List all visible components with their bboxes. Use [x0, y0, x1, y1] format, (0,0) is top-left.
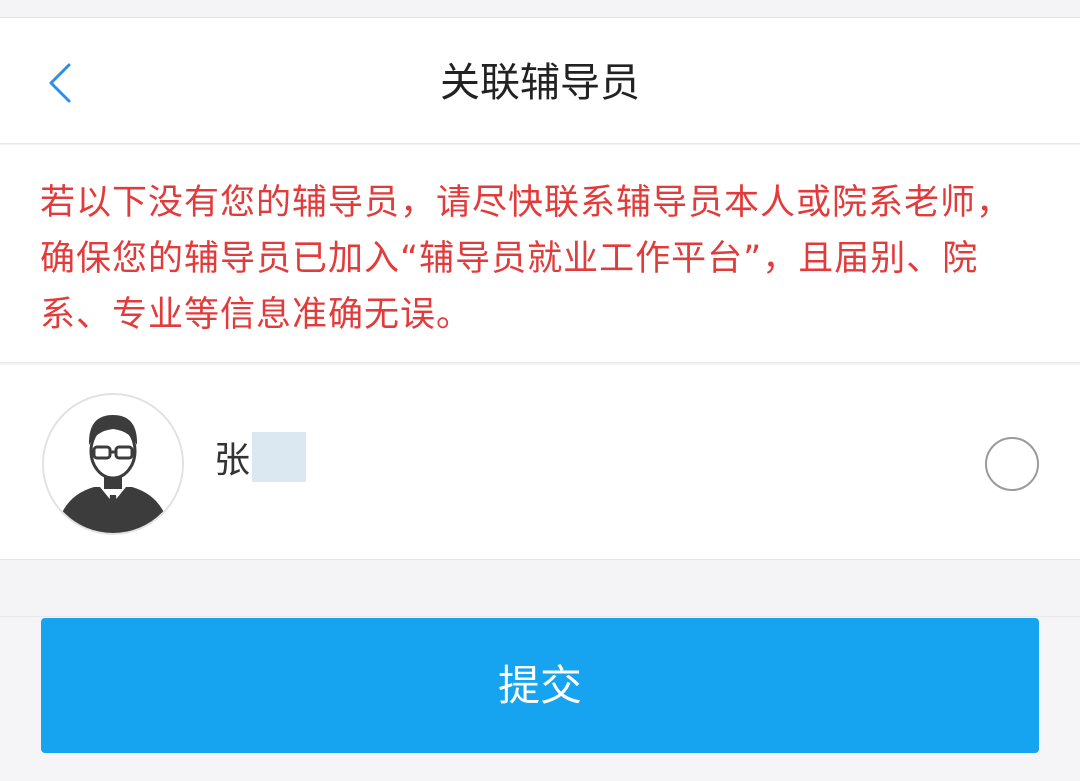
select-radio[interactable]: [985, 437, 1039, 491]
counselor-name: 张: [214, 440, 251, 481]
submit-button[interactable]: 提交: [41, 618, 1039, 753]
avatar: [42, 393, 184, 535]
nav-bar: 关联辅导员: [0, 18, 1080, 144]
counselor-list-item[interactable]: 张: [0, 365, 1080, 560]
user-avatar-icon: [44, 395, 182, 533]
redacted-name-mask: [252, 432, 307, 482]
status-strip: [0, 0, 1080, 18]
page-title: 关联辅导员: [440, 60, 640, 106]
notice-panel: 若以下没有您的辅导员，请尽快联系辅导员本人或院系老师，确保您的辅导员已加入“辅导…: [0, 145, 1080, 363]
counselor-name-wrap: 张: [214, 431, 307, 483]
notice-text: 若以下没有您的辅导员，请尽快联系辅导员本人或院系老师，确保您的辅导员已加入“辅导…: [40, 183, 1013, 335]
section-gap: [0, 561, 1080, 617]
